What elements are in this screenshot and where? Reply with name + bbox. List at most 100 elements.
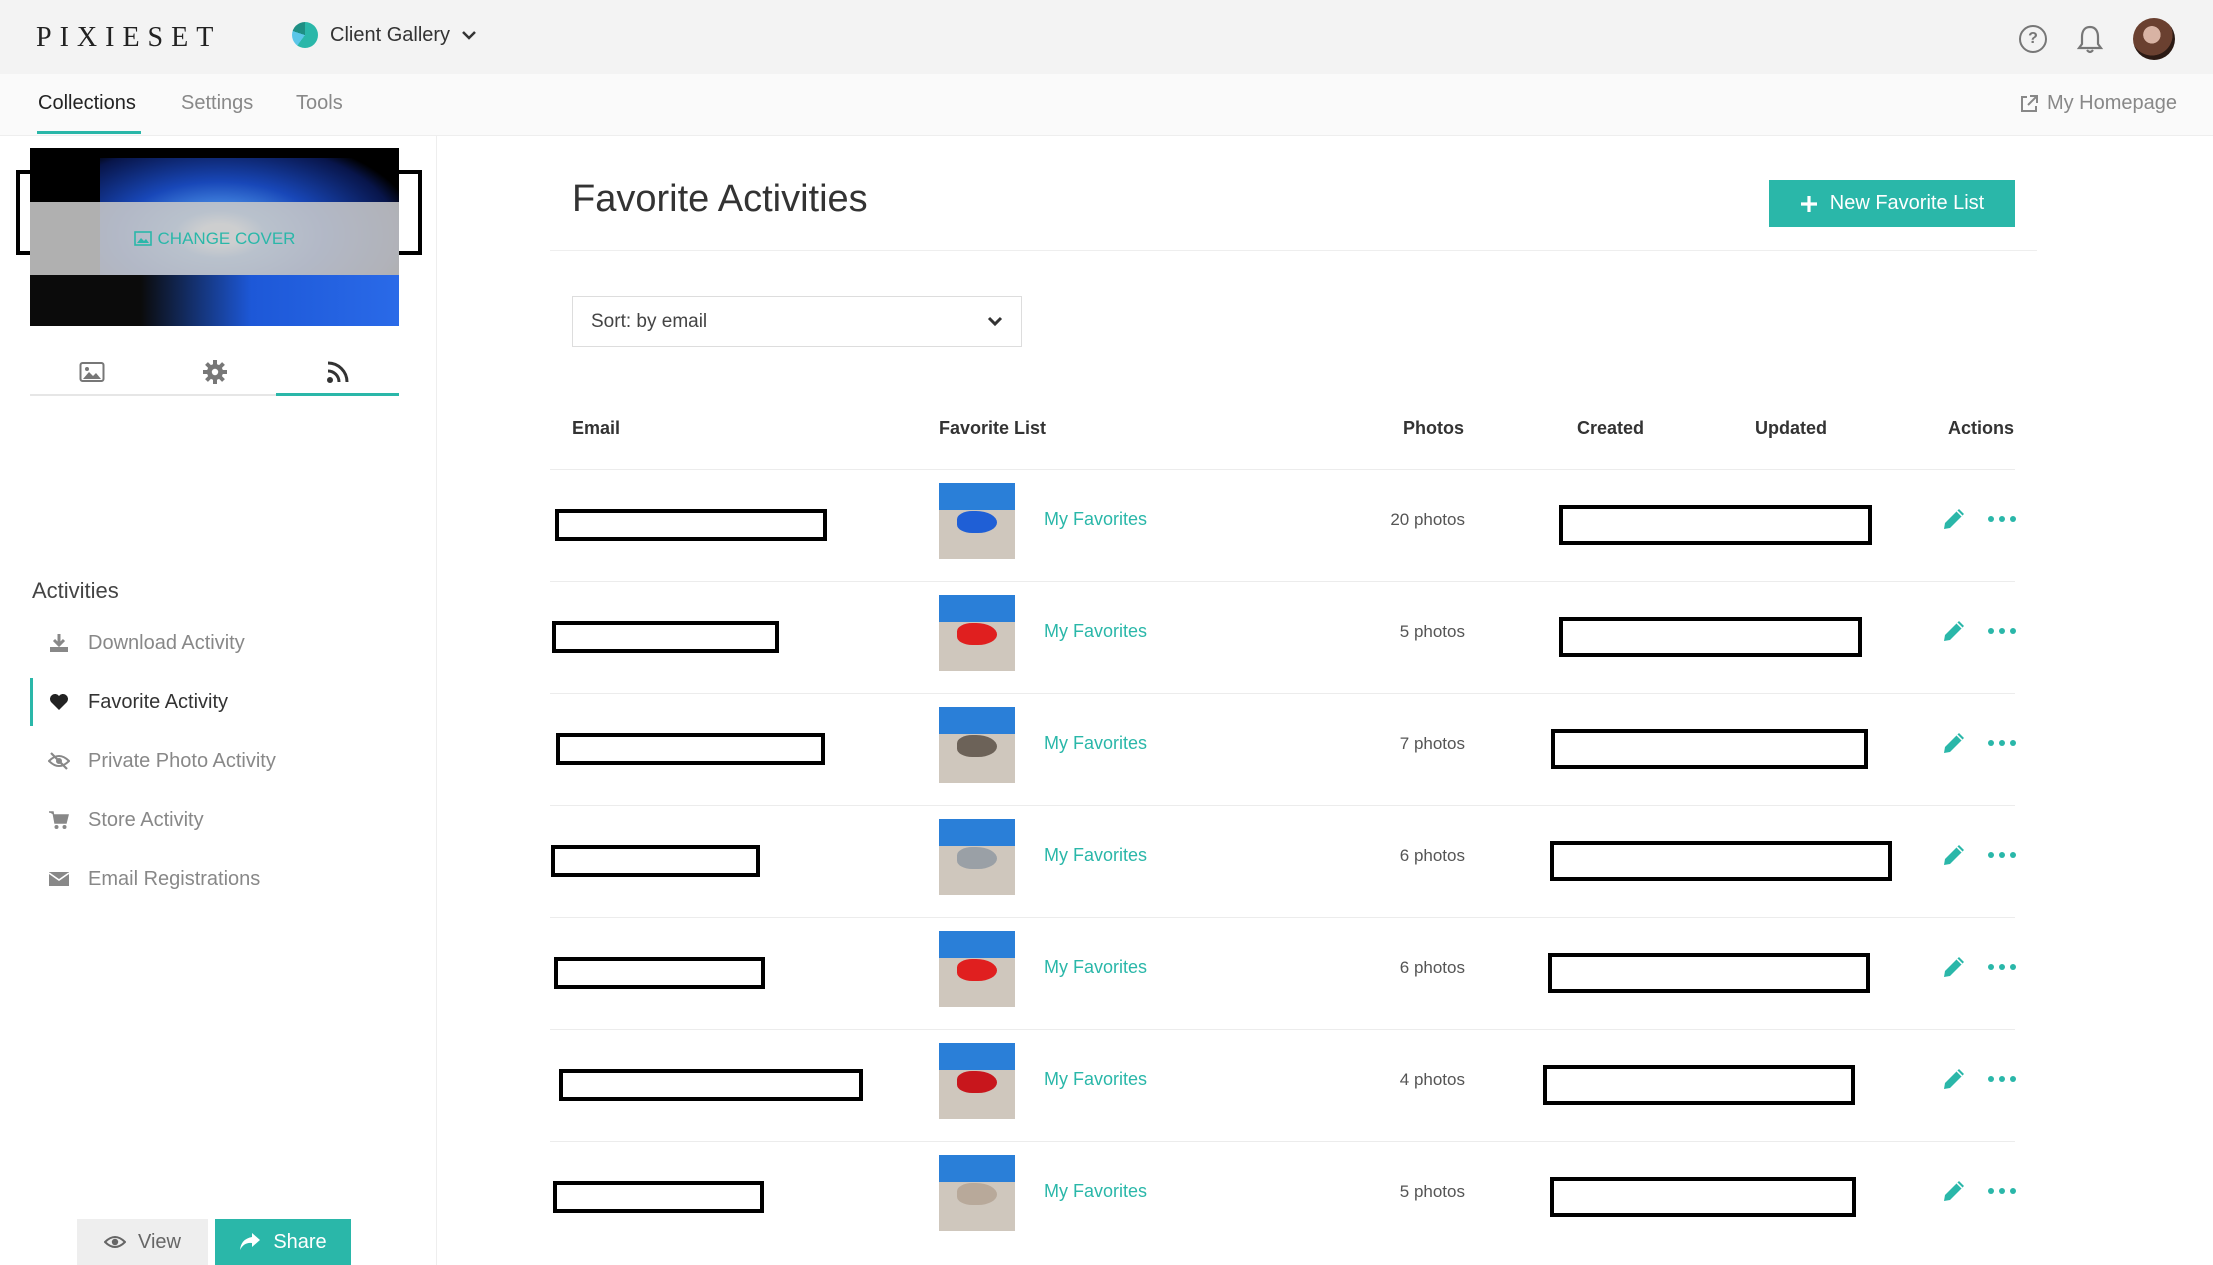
- share-label: Share: [273, 1230, 327, 1253]
- menu-email-registrations[interactable]: Email Registrations: [30, 855, 410, 903]
- more-options-icon[interactable]: [1988, 505, 2016, 533]
- edit-pencil-icon[interactable]: [1940, 729, 1968, 757]
- active-tab-indicator: [37, 131, 141, 134]
- photo-count: 6 photos: [1399, 846, 1465, 865]
- table-row: My Favorites 4 photos: [550, 1029, 2016, 1141]
- column-header-actions: Actions: [1948, 418, 2015, 438]
- bell-icon[interactable]: [2077, 24, 2103, 54]
- thumb-subject: [957, 1183, 997, 1205]
- favorite-list-thumbnail[interactable]: [939, 1043, 1015, 1119]
- column-header-created[interactable]: Created: [1577, 418, 1644, 439]
- favorite-list-link[interactable]: My Favorites: [1044, 621, 1147, 642]
- table-row: My Favorites 7 photos: [550, 693, 2016, 805]
- thumb-subject: [957, 959, 997, 981]
- favorite-list-link[interactable]: My Favorites: [1044, 1181, 1147, 1202]
- edit-pencil-icon[interactable]: [1940, 953, 1968, 981]
- edit-pencil-icon[interactable]: [1940, 841, 1968, 869]
- more-options-icon[interactable]: [1988, 841, 2016, 869]
- email-redacted: [559, 1069, 863, 1101]
- photo-count: 5 photos: [1399, 1182, 1465, 1201]
- edit-pencil-icon[interactable]: [1940, 505, 1968, 533]
- sort-value: Sort: by email: [591, 310, 708, 332]
- view-label: View: [138, 1230, 181, 1253]
- edit-pencil-icon[interactable]: [1940, 1177, 1968, 1205]
- sort-dropdown[interactable]: Sort: by email: [572, 296, 1022, 347]
- menu-label: Download Activity: [88, 631, 245, 654]
- help-circle-icon[interactable]: ?: [2019, 25, 2047, 53]
- thumb-sky: [939, 819, 1015, 847]
- favorite-list-thumbnail[interactable]: [939, 595, 1015, 671]
- heart-icon: [48, 693, 70, 711]
- favorite-list-thumbnail[interactable]: [939, 819, 1015, 895]
- top-bar: PIXIESET Client Gallery ?: [0, 0, 2213, 74]
- column-header-favorite-list[interactable]: Favorite List: [939, 418, 1046, 439]
- more-options-icon[interactable]: [1988, 953, 2016, 981]
- favorite-list-link[interactable]: My Favorites: [1044, 957, 1147, 978]
- favorite-list-link[interactable]: My Favorites: [1044, 845, 1147, 866]
- share-button[interactable]: Share: [215, 1219, 351, 1265]
- edit-pencil-icon[interactable]: [1940, 1065, 1968, 1093]
- image-icon: [133, 231, 152, 246]
- change-cover-label: CHANGE COVER: [157, 228, 296, 248]
- menu-download-activity[interactable]: Download Activity: [30, 619, 410, 667]
- menu-private-photo-activity[interactable]: Private Photo Activity: [30, 737, 410, 785]
- row-divider: [550, 469, 2015, 470]
- user-avatar[interactable]: [2133, 18, 2175, 60]
- favorite-list-thumbnail[interactable]: [939, 707, 1015, 783]
- favorite-list-thumbnail[interactable]: [939, 483, 1015, 559]
- dates-redacted: [1559, 617, 1862, 657]
- menu-label: Email Registrations: [88, 867, 261, 890]
- favorite-list-thumbnail[interactable]: [939, 1155, 1015, 1231]
- favorite-list-thumbnail[interactable]: [939, 931, 1015, 1007]
- view-button[interactable]: View: [77, 1219, 208, 1265]
- dates-redacted: [1550, 841, 1892, 881]
- thumb-sky: [939, 1155, 1015, 1183]
- header-divider: [550, 250, 2037, 251]
- favorite-list-link[interactable]: My Favorites: [1044, 733, 1147, 754]
- tab-photos[interactable]: [30, 350, 153, 394]
- thumb-sky: [939, 483, 1015, 511]
- menu-favorite-activity[interactable]: Favorite Activity: [30, 678, 410, 726]
- tab-collections[interactable]: Collections: [38, 92, 136, 115]
- email-redacted: [554, 957, 765, 989]
- favorite-list-link[interactable]: My Favorites: [1044, 1069, 1147, 1090]
- column-header-updated[interactable]: Updated: [1755, 418, 1827, 439]
- product-name: Client Gallery: [330, 23, 451, 46]
- activities-heading: Activities: [32, 578, 119, 603]
- tab-activities[interactable]: [276, 350, 399, 396]
- thumb-sky: [939, 1043, 1015, 1071]
- share-arrow-icon: [240, 1233, 261, 1250]
- tab-settings[interactable]: Settings: [181, 92, 253, 115]
- external-link-icon: [2020, 94, 2038, 112]
- menu-label: Favorite Activity: [88, 690, 229, 713]
- more-options-icon[interactable]: [1988, 1177, 2016, 1205]
- photo-count: 4 photos: [1399, 1070, 1465, 1089]
- thumb-sky: [939, 707, 1015, 735]
- column-header-email[interactable]: Email: [572, 418, 620, 439]
- table-row: My Favorites 6 photos: [550, 805, 2016, 917]
- column-header-photos[interactable]: Photos: [1403, 418, 1464, 439]
- more-options-icon[interactable]: [1988, 617, 2016, 645]
- row-divider: [550, 693, 2015, 694]
- tab-gallery-settings[interactable]: [153, 350, 276, 394]
- row-divider: [550, 917, 2015, 918]
- my-homepage-link[interactable]: My Homepage: [2019, 92, 2177, 115]
- cart-icon: [48, 810, 70, 830]
- dates-redacted: [1559, 505, 1872, 545]
- thumb-sky: [939, 595, 1015, 623]
- menu-store-activity[interactable]: Store Activity: [30, 796, 410, 844]
- new-favorite-list-button[interactable]: New Favorite List: [1769, 180, 2015, 227]
- edit-pencil-icon[interactable]: [1940, 617, 1968, 645]
- more-options-icon[interactable]: [1988, 1065, 2016, 1093]
- row-divider: [550, 805, 2015, 806]
- sub-navigation: Collections Settings Tools My Homepage: [0, 74, 2213, 136]
- pixieset-logo[interactable]: PIXIESET: [36, 22, 221, 54]
- favorite-list-link[interactable]: My Favorites: [1044, 509, 1147, 530]
- change-cover-button[interactable]: CHANGE COVER: [30, 202, 399, 275]
- plus-icon: [1800, 195, 1817, 212]
- product-switcher[interactable]: Client Gallery: [292, 22, 476, 48]
- table-row: My Favorites 6 photos: [550, 917, 2016, 1029]
- thumb-subject: [957, 511, 997, 533]
- more-options-icon[interactable]: [1988, 729, 2016, 757]
- tab-tools[interactable]: Tools: [296, 92, 343, 115]
